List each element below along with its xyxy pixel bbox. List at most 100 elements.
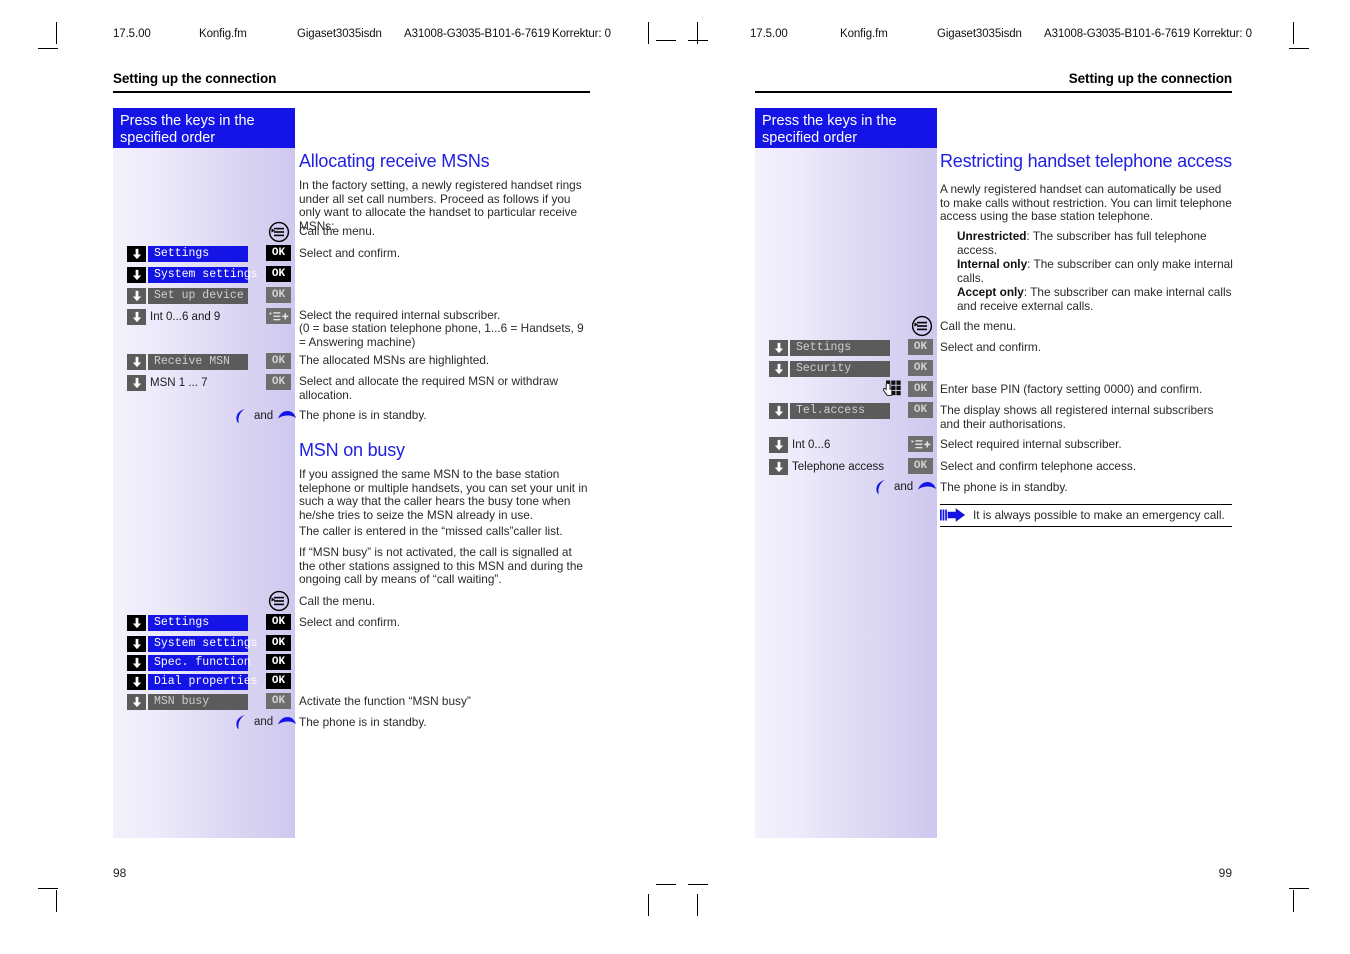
down-arrow-icon[interactable]	[127, 287, 146, 304]
onhook-icon	[918, 482, 937, 490]
section-title-restricting: Restricting handset telephone access	[940, 151, 1232, 171]
step-call-menu: Call the menu.	[940, 319, 1017, 333]
step-subscriber-legend: (0 = base station telephone phone, 1...6…	[299, 321, 584, 349]
menu-icon[interactable]	[268, 221, 290, 243]
down-arrow-icon[interactable]	[127, 673, 146, 690]
key-row[interactable]: System settings	[127, 635, 258, 652]
ok-key[interactable]: OK	[266, 693, 291, 709]
note-rule	[940, 504, 1232, 506]
ok-key[interactable]: OK	[266, 245, 291, 261]
hook-and-label: and	[894, 481, 914, 493]
key-row[interactable]: Settings	[127, 614, 248, 631]
down-arrow-icon[interactable]	[127, 266, 146, 283]
menu-item-label[interactable]: Telephone access	[790, 459, 898, 475]
menu-item-label[interactable]: Tel.access	[790, 402, 890, 419]
down-arrow-icon[interactable]	[127, 245, 146, 262]
step-activate-msn-busy: Activate the function “MSN busy”	[299, 694, 471, 708]
down-arrow-icon[interactable]	[127, 353, 146, 370]
key-row[interactable]: Settings	[127, 245, 248, 262]
key-row[interactable]: MSN busy	[127, 693, 248, 710]
key-row[interactable]: MSN 1 ... 7	[127, 374, 248, 391]
menu-item-label[interactable]: Receive MSN	[148, 353, 248, 370]
key-row[interactable]: System settings	[127, 266, 258, 283]
menu-item-label[interactable]: Int 0...6	[790, 437, 890, 453]
menu-item-label[interactable]: MSN 1 ... 7	[148, 375, 248, 391]
left-page: 17.5.00 Konfig.fm Gigaset3035isdn A31008…	[0, 0, 675, 954]
ok-key[interactable]: OK	[266, 614, 291, 630]
key-row[interactable]: Int 0...6	[769, 436, 890, 453]
key-row[interactable]: Settings	[769, 339, 890, 356]
menu-item-label[interactable]: Spec. function	[148, 654, 251, 671]
bullet-accept-only: Accept only: The subscriber can make int…	[940, 285, 1249, 313]
step-standby-2: The phone is in standby.	[299, 715, 427, 729]
section-header: Setting up the connection	[1068, 71, 1232, 86]
menu-item-label[interactable]: Settings	[790, 339, 890, 356]
ok-key[interactable]: OK	[266, 266, 291, 282]
down-arrow-icon[interactable]	[127, 654, 146, 671]
down-arrow-icon[interactable]	[769, 339, 788, 356]
menu-item-label[interactable]: Settings	[148, 614, 248, 631]
ok-key[interactable]: OK	[266, 374, 291, 390]
hook-keys-row[interactable]: and	[232, 407, 297, 425]
running-head-date: 17.5.00	[750, 28, 788, 40]
menu-item-label[interactable]: Settings	[148, 245, 248, 262]
right-page: 17.5.00 Konfig.fm Gigaset3035isdn A31008…	[675, 0, 1350, 954]
menu-item-label[interactable]: MSN busy	[148, 693, 248, 710]
running-head-file: Konfig.fm	[199, 28, 247, 40]
key-row[interactable]: Telephone access	[769, 458, 898, 475]
running-head-docid: A31008-G3035-B101-6-7619	[1044, 28, 1190, 40]
menu-item-label[interactable]: System settings	[148, 635, 258, 652]
key-row[interactable]: Spec. function	[127, 654, 251, 671]
down-arrow-icon[interactable]	[769, 402, 788, 419]
menu-item-label[interactable]: System settings	[148, 266, 258, 283]
key-row[interactable]: Receive MSN	[127, 353, 248, 370]
down-arrow-icon[interactable]	[127, 374, 146, 391]
menu-item-label[interactable]: Set up device	[148, 287, 248, 304]
ok-key[interactable]: OK	[908, 402, 933, 418]
key-row[interactable]: Int 0...6 and 9	[127, 308, 248, 325]
section-rule	[113, 91, 590, 93]
ok-key[interactable]: OK	[266, 353, 291, 369]
bullet-term: Accept only	[957, 285, 1024, 299]
ok-key[interactable]: OK	[266, 654, 291, 670]
menu-icon[interactable]	[911, 315, 933, 337]
ok-key[interactable]: OK	[908, 360, 933, 376]
step-select-subscriber: Select required internal subscriber.	[940, 437, 1122, 451]
list-plus-key[interactable]	[908, 436, 933, 452]
step-call-menu-2: Call the menu.	[299, 594, 376, 608]
page-number: 99	[1218, 866, 1232, 880]
step-standby: The phone is in standby.	[299, 408, 427, 422]
menu-icon[interactable]	[268, 590, 290, 612]
paragraph-intro: A newly registered handset can automatic…	[940, 182, 1232, 224]
ok-key[interactable]: OK	[266, 635, 291, 651]
ok-key[interactable]: OK	[266, 287, 291, 303]
keypad-icon[interactable]	[878, 380, 902, 400]
ok-key[interactable]: OK	[908, 339, 933, 355]
ok-key[interactable]: OK	[908, 381, 933, 397]
ok-key[interactable]: OK	[908, 458, 933, 474]
running-head-korrektur: Korrektur: 0	[1193, 28, 1252, 40]
hook-keys-row[interactable]: and	[872, 478, 937, 496]
key-row[interactable]: Set up device	[127, 287, 248, 304]
down-arrow-icon[interactable]	[769, 458, 788, 475]
menu-item-label[interactable]: Dial properties	[148, 673, 258, 690]
down-arrow-icon[interactable]	[769, 436, 788, 453]
down-arrow-icon[interactable]	[769, 360, 788, 377]
menu-item-label[interactable]: Int 0...6 and 9	[148, 309, 248, 325]
down-arrow-icon[interactable]	[127, 693, 146, 710]
hook-and-label: and	[254, 716, 274, 728]
hook-keys-row[interactable]: and	[232, 713, 297, 731]
down-arrow-icon[interactable]	[127, 635, 146, 652]
down-arrow-icon[interactable]	[127, 614, 146, 631]
key-row[interactable]: Security	[769, 360, 890, 377]
paragraph-caller-list: The caller is entered in the “missed cal…	[299, 524, 563, 538]
key-row[interactable]: Tel.access	[769, 402, 890, 419]
down-arrow-icon[interactable]	[127, 308, 146, 325]
menu-item-label[interactable]: Security	[790, 360, 890, 377]
keys-banner: Press the keys in the specified order	[755, 108, 937, 148]
section-rule	[755, 91, 1232, 93]
key-row[interactable]: Dial properties	[127, 673, 258, 690]
ok-key[interactable]: OK	[266, 673, 291, 689]
list-plus-key[interactable]	[266, 308, 291, 324]
step-enter-pin: Enter base PIN (factory setting 0000) an…	[940, 382, 1203, 396]
